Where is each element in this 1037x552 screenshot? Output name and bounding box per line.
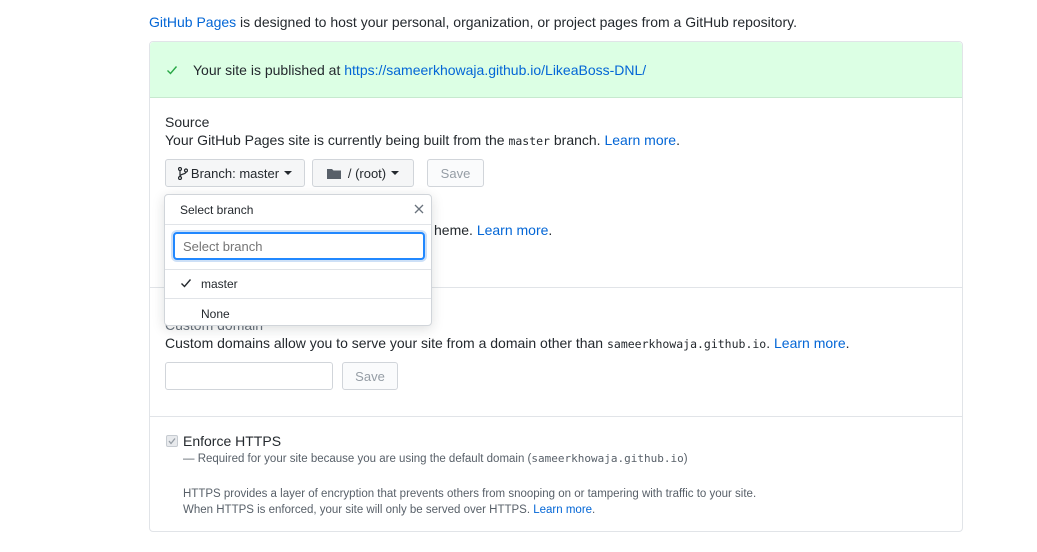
source-description: Your GitHub Pages site is currently bein… [165, 132, 680, 148]
custom-domain-desc-after: . [766, 335, 775, 351]
theme-description-fragment: heme. Learn more. [434, 222, 552, 238]
intro-text: GitHub Pages is designed to host your pe… [149, 14, 797, 30]
custom-domain-learn-more-link[interactable]: Learn more [774, 335, 846, 351]
intro-description: is designed to host your personal, organ… [236, 14, 797, 30]
enforce-https-title: Enforce HTTPS [183, 433, 282, 449]
branch-code: master [508, 134, 550, 148]
dropdown-title: Select branch [180, 203, 254, 217]
source-title: Source [165, 114, 210, 130]
github-pages-link[interactable]: GitHub Pages [149, 14, 236, 30]
section-divider [150, 416, 962, 417]
folder-icon [326, 168, 341, 179]
source-period: . [676, 132, 680, 148]
custom-domain-period: . [845, 335, 850, 351]
branch-button-label: Branch: master [190, 165, 280, 181]
branch-item-none[interactable]: None [165, 299, 431, 328]
site-url-link[interactable]: https://sameerkhowaja.github.io/LikeaBos… [344, 62, 646, 78]
dropdown-search [165, 224, 431, 270]
enforce-https-checkbox[interactable] [166, 435, 178, 447]
published-message: Your site is published at https://sameer… [193, 62, 646, 78]
https-learn-more-link[interactable]: Learn more [533, 504, 592, 516]
check-icon [181, 279, 192, 288]
close-icon[interactable] [413, 203, 425, 215]
domain-code: sameerkhowaja.github.io [606, 337, 767, 351]
folder-button-label: / (root) [347, 165, 387, 181]
branch-item-label: None [201, 307, 230, 321]
dropdown-header: Select branch [165, 195, 431, 225]
https-period: . [592, 504, 596, 516]
theme-text: heme. [434, 222, 477, 238]
source-desc-text-after: branch. [549, 132, 605, 148]
theme-learn-more-link[interactable]: Learn more [477, 222, 549, 238]
git-branch-icon [177, 166, 188, 180]
https-sub-text: — Required for your site because you are… [183, 453, 532, 465]
enforce-https-subtitle: — Required for your site because you are… [183, 452, 688, 465]
branch-item-label: master [201, 277, 238, 291]
source-save-button[interactable]: Save [427, 159, 484, 187]
https-sub-after: ) [683, 453, 688, 465]
https-note-line2: When HTTPS is enforced, your site will o… [183, 504, 595, 516]
custom-domain-input[interactable] [165, 362, 333, 390]
published-label: Your site is published at [193, 62, 345, 78]
chevron-down-icon [391, 171, 400, 175]
branch-search-input[interactable] [173, 232, 425, 260]
folder-select-button[interactable]: / (root) [312, 159, 414, 187]
published-flash: Your site is published at https://sameer… [150, 42, 962, 98]
theme-period: . [548, 222, 553, 238]
check-icon [167, 66, 178, 75]
source-desc-text: Your GitHub Pages site is currently bein… [165, 132, 509, 148]
source-learn-more-link[interactable]: Learn more [604, 132, 676, 148]
branch-select-button[interactable]: Branch: master [165, 159, 305, 187]
https-note2-text: When HTTPS is enforced, your site will o… [183, 504, 534, 516]
branch-item-master[interactable]: master [165, 269, 431, 299]
select-branch-dropdown: Select branch master None [164, 194, 432, 326]
https-domain-code: sameerkhowaja.github.io [531, 452, 684, 465]
https-note-line1: HTTPS provides a layer of encryption tha… [183, 488, 757, 500]
custom-domain-description: Custom domains allow you to serve your s… [165, 335, 850, 351]
custom-domain-desc-text: Custom domains allow you to serve your s… [165, 335, 607, 351]
custom-domain-save-button[interactable]: Save [342, 362, 398, 390]
chevron-down-icon [284, 171, 293, 175]
check-icon [168, 438, 176, 445]
